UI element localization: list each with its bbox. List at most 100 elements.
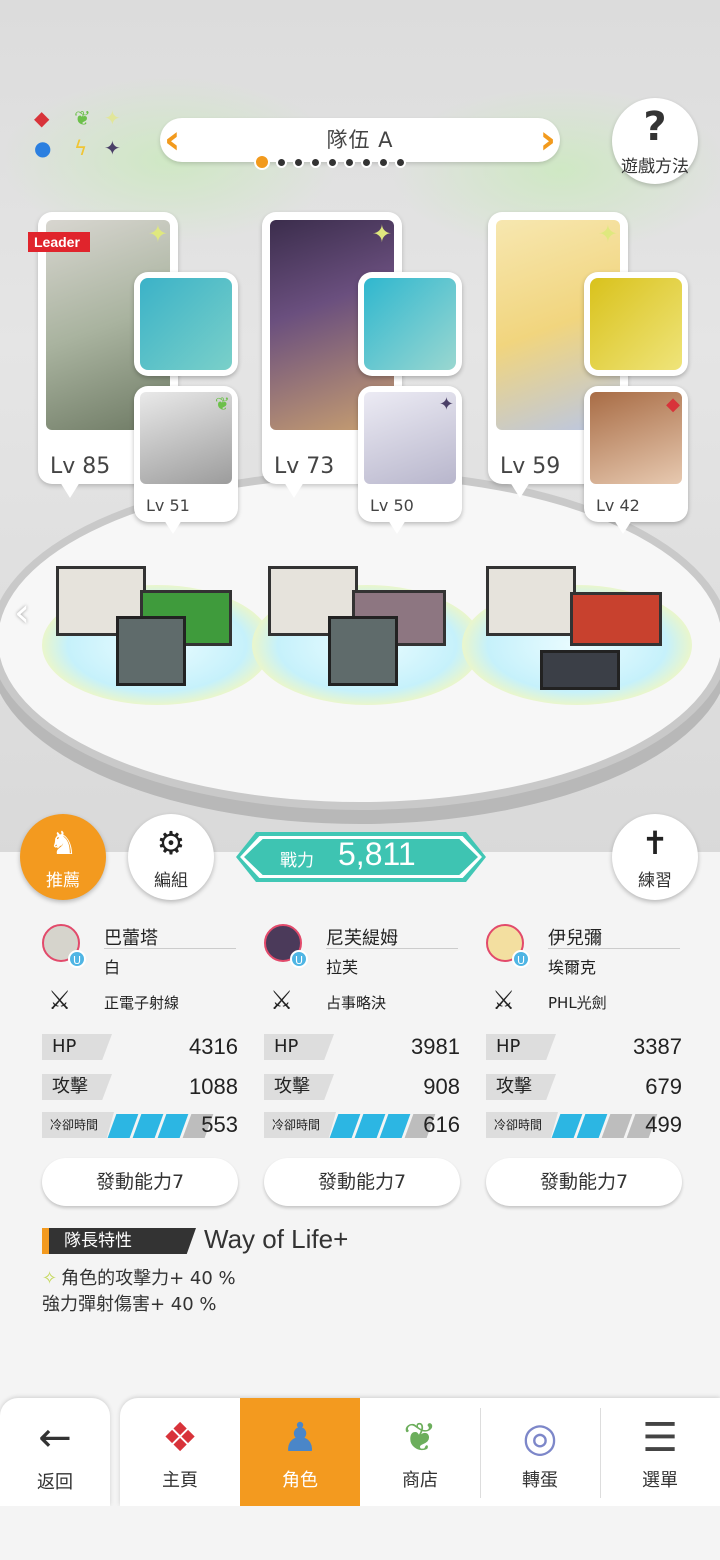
page-dot[interactable] — [327, 156, 338, 168]
unison-badge: U — [68, 950, 86, 968]
weapon-name: PHL光劍 — [548, 994, 607, 1012]
page-dot[interactable] — [310, 156, 321, 168]
edit-label: 編組 — [154, 871, 188, 891]
red-diamond-icon: ◆ — [34, 106, 50, 130]
attack-label: 攻擊 — [486, 1074, 556, 1100]
weapon-card[interactable] — [134, 272, 238, 376]
weapon-name: 正電子射線 — [104, 994, 180, 1012]
hp-value: 3981 — [411, 1034, 460, 1059]
edit-team-button[interactable]: ⚙ 編組 — [128, 814, 214, 900]
cooldown-value: 499 — [645, 1112, 682, 1137]
red-diamond-icon: ◆ — [666, 394, 680, 415]
sub-unit-name: 白 — [104, 958, 121, 977]
team-page-indicator — [254, 152, 406, 172]
chevron-left-icon[interactable]: ‹ — [164, 118, 180, 162]
nav-tabs: ❖ 主頁 ♟ 角色 ❦ 商店 ◎ 轉蛋 ☰ 選單 — [120, 1398, 720, 1506]
star-icon: ✦ — [597, 220, 618, 248]
page-dot[interactable] — [378, 156, 389, 168]
cooldown-label: 冷卻時間 — [486, 1112, 558, 1138]
leader-skill-tag: 隊長特性 — [42, 1228, 196, 1254]
sword-stand — [540, 650, 620, 690]
unison-badge: U — [290, 950, 308, 968]
home-icon: ❖ — [162, 1415, 198, 1461]
sub-character-level: Lv 50 — [370, 496, 414, 515]
bottom-nav: ← 返回 ❖ 主頁 ♟ 角色 ❦ 商店 ◎ 轉蛋 ☰ 選單 — [0, 1396, 720, 1506]
skill-button[interactable]: 發動能力7 — [42, 1158, 238, 1206]
system-bar-area — [0, 1506, 720, 1560]
weapon-card[interactable] — [584, 272, 688, 376]
attack-value: 679 — [645, 1074, 682, 1099]
shop-icon: ❦ — [403, 1415, 437, 1461]
pedestal — [486, 566, 576, 636]
page-dot[interactable] — [293, 156, 304, 168]
cooldown-label: 冷卻時間 — [264, 1112, 336, 1138]
sub-character-level: Lv 51 — [146, 496, 190, 515]
hp-value: 4316 — [189, 1034, 238, 1059]
nav-item-home[interactable]: ❖ 主頁 — [120, 1398, 240, 1506]
hp-label: HP — [264, 1034, 334, 1060]
arrow-left-icon: ← — [38, 1415, 72, 1461]
unit-name: 伊兒彌 — [548, 928, 602, 949]
skill-button[interactable]: 發動能力7 — [264, 1158, 460, 1206]
hp-row: HP 3387 — [486, 1034, 682, 1062]
nav-item-gacha[interactable]: ◎ 轉蛋 — [480, 1398, 600, 1506]
red-block — [570, 592, 662, 646]
recommend-button[interactable]: ♞ 推薦 — [20, 814, 106, 900]
star-icon: ✦ — [371, 220, 392, 248]
attack-row: 攻擊 679 — [486, 1074, 682, 1102]
chevron-left-icon[interactable]: ‹ — [14, 590, 30, 636]
back-button[interactable]: ← 返回 — [0, 1398, 110, 1506]
nav-item-character[interactable]: ♟ 角色 — [240, 1398, 360, 1506]
leader-skill-name: Way of Life+ — [204, 1224, 349, 1254]
tablet-weapon-icon — [364, 278, 456, 370]
cooldown-label: 冷卻時間 — [42, 1112, 114, 1138]
lightsaber-weapon-icon — [590, 278, 682, 370]
page-dot[interactable] — [276, 156, 287, 168]
leader-skill-effect: ✧ 角色的攻擊力+ 40 % — [42, 1268, 236, 1289]
character-level: Lv 59 — [500, 454, 561, 479]
page-dot[interactable] — [344, 156, 355, 168]
sub-character-card[interactable]: ❦ Lv 51 — [134, 386, 238, 534]
hp-label: HP — [42, 1034, 112, 1060]
team-power: 戰力 5,811 — [236, 832, 486, 882]
water-icon: ● — [34, 136, 52, 160]
skill-button[interactable]: 發動能力7 — [486, 1158, 682, 1206]
page-dot[interactable] — [254, 154, 270, 170]
help-button[interactable]: ? 遊戲方法 — [612, 98, 698, 184]
cooldown-row: 冷卻時間 616 — [264, 1112, 460, 1140]
attack-label: 攻擊 — [264, 1074, 334, 1100]
leader-badge: Leader — [28, 232, 90, 252]
weapon-terminal — [328, 616, 398, 686]
sub-character-card[interactable]: ◆ Lv 42 — [584, 386, 688, 534]
star-icon: ✦ — [147, 220, 168, 248]
weapon-terminal — [116, 616, 186, 686]
chevron-right-icon[interactable]: › — [540, 118, 556, 162]
weapon-icon: ⚔ — [48, 986, 72, 1016]
cooldown-row: 冷卻時間 499 — [486, 1112, 682, 1140]
recommend-label: 推薦 — [46, 871, 80, 891]
sub-unit-name: 埃爾克 — [548, 958, 597, 977]
leaf-icon: ❦ — [214, 394, 230, 415]
attack-value: 1088 — [189, 1074, 238, 1099]
nav-item-menu[interactable]: ☰ 選單 — [600, 1398, 720, 1506]
recommend-icon: ♞ — [48, 824, 78, 862]
page-dot[interactable] — [395, 156, 406, 168]
element-chart[interactable]: ◆ ❦ ✦ ● ϟ ✦ — [34, 108, 134, 168]
cooldown-row: 冷卻時間 553 — [42, 1112, 238, 1140]
attack-label: 攻擊 — [42, 1074, 112, 1100]
practice-button[interactable]: ✝ 練習 — [612, 814, 698, 900]
cooldown-bar — [107, 1114, 214, 1138]
hp-row: HP 4316 — [42, 1034, 238, 1062]
power-label: 戰力 — [280, 851, 314, 871]
sub-unit-name: 拉芙 — [326, 958, 359, 977]
sub-character-card[interactable]: ✦ Lv 50 — [358, 386, 462, 534]
dark-star-icon: ✦ — [438, 394, 454, 415]
unit-name: 尼芙緹姆 — [326, 928, 398, 949]
cooldown-bar — [551, 1114, 658, 1138]
nav-item-shop[interactable]: ❦ 商店 — [360, 1398, 480, 1506]
sub-character-level: Lv 42 — [596, 496, 640, 515]
character-icon: ♟ — [282, 1415, 318, 1461]
hp-value: 3387 — [633, 1034, 682, 1059]
weapon-card[interactable] — [358, 272, 462, 376]
page-dot[interactable] — [361, 156, 372, 168]
